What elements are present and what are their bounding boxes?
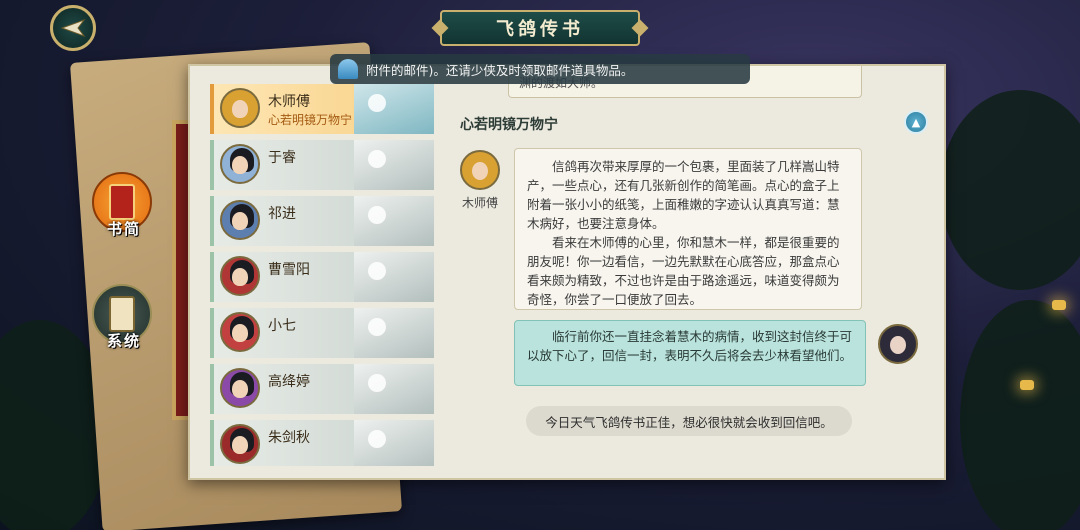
- avatar: [220, 200, 260, 240]
- background-tree: [960, 300, 1080, 530]
- contact-name: 于睿: [268, 150, 296, 166]
- player-avatar: [878, 324, 918, 364]
- moon-decoration: [368, 94, 386, 112]
- contact-item[interactable]: 小七: [210, 308, 434, 358]
- collapse-button[interactable]: ▲: [904, 110, 928, 134]
- moon-decoration: [368, 262, 386, 280]
- avatar: [220, 424, 260, 464]
- avatar: [220, 144, 260, 184]
- contact-scene-art: [354, 420, 434, 466]
- contact-name: 木师傅: [268, 94, 310, 110]
- letter-scroll-icon: [109, 184, 135, 220]
- avatar: [220, 256, 260, 296]
- system-note: 今日天气飞鸽传书正佳，想必很快就会收到回信吧。: [526, 406, 852, 436]
- contact-item[interactable]: 木师傅 心若明镜万物宁: [210, 84, 434, 134]
- contact-scene-art: [354, 196, 434, 246]
- avatar: [220, 368, 260, 408]
- background-lantern: [1020, 380, 1034, 390]
- mail-panel: 木师傅 心若明镜万物宁 于睿 祁进 曹雪阳 小七 高绛婷 朱剑秋 心若明镜万物宁…: [188, 64, 946, 480]
- moon-decoration: [368, 430, 386, 448]
- title-banner: 飞鸽传书: [440, 10, 640, 46]
- contact-name: 朱剑秋: [268, 430, 310, 446]
- incoming-paragraph: 看来在木师傅的心里，你和慧木一样，都是很重要的朋友呢！你一边看信，一边先默默在心…: [527, 235, 840, 307]
- toast-text: 附件的邮件)。还请少侠及时领取邮件道具物品。: [366, 62, 634, 78]
- chevron-up-icon: ▲: [911, 115, 921, 129]
- contact-name: 小七: [268, 318, 296, 334]
- incoming-message: 信鸽再次带来厚厚的一个包裹，里面装了几样嵩山特产，一些点心，还有几张新创作的简笔…: [514, 148, 862, 310]
- contact-item[interactable]: 曹雪阳: [210, 252, 434, 302]
- moon-decoration: [368, 374, 386, 392]
- tab-letters[interactable]: 书简: [92, 172, 152, 238]
- contact-name: 曹雪阳: [268, 262, 310, 278]
- contact-scene-art: [354, 140, 434, 190]
- contact-item[interactable]: 于睿: [210, 140, 434, 190]
- tab-system[interactable]: 系统: [92, 284, 152, 350]
- tab-system-label: 系统: [106, 332, 141, 350]
- contact-item[interactable]: 朱剑秋: [210, 420, 434, 466]
- sender-name: 木师傅: [461, 196, 498, 210]
- contact-item[interactable]: 高绛婷: [210, 364, 434, 414]
- moon-decoration: [368, 206, 386, 224]
- contact-item[interactable]: 祁进: [210, 196, 434, 246]
- conversation-title: 心若明镜万物宁: [460, 117, 558, 133]
- outgoing-message: 临行前你还一直挂念着慧木的病情，收到这封信终于可以放下心了，回信一封，表明不久后…: [514, 320, 866, 386]
- contact-scene-art: [354, 84, 434, 134]
- bell-icon: [338, 59, 358, 79]
- contact-scene-art: [354, 308, 434, 358]
- back-button[interactable]: [50, 5, 96, 51]
- moon-decoration: [368, 150, 386, 168]
- system-scroll-icon: [109, 296, 135, 332]
- tab-letters-label: 书简: [106, 220, 141, 238]
- avatar: [220, 88, 260, 128]
- contact-scene-art: [354, 252, 434, 302]
- avatar: [220, 312, 260, 352]
- back-arrow-icon: [60, 18, 86, 38]
- contact-subtitle: 心若明镜万物宁: [268, 113, 353, 127]
- moon-decoration: [368, 318, 386, 336]
- sender-avatar: [460, 150, 500, 190]
- contact-list[interactable]: 木师傅 心若明镜万物宁 于睿 祁进 曹雪阳 小七 高绛婷 朱剑秋: [210, 84, 438, 466]
- notification-toast: 附件的邮件)。还请少侠及时领取邮件道具物品。: [330, 54, 750, 84]
- incoming-paragraph: 信鸽再次带来厚厚的一个包裹，里面装了几样嵩山特产，一些点心，还有几张新创作的简笔…: [527, 159, 840, 231]
- background-tree: [940, 90, 1080, 290]
- chat-area[interactable]: 渊的渡如大师。 心若明镜万物宁 ▲ 木师傅 信鸽再次带来厚厚的一个包裹，里面装了…: [448, 66, 944, 478]
- background-lantern: [1052, 300, 1066, 310]
- contact-name: 高绛婷: [268, 374, 310, 390]
- contact-name: 祁进: [268, 206, 296, 222]
- contact-scene-art: [354, 364, 434, 414]
- page-title: 飞鸽传书: [496, 19, 584, 40]
